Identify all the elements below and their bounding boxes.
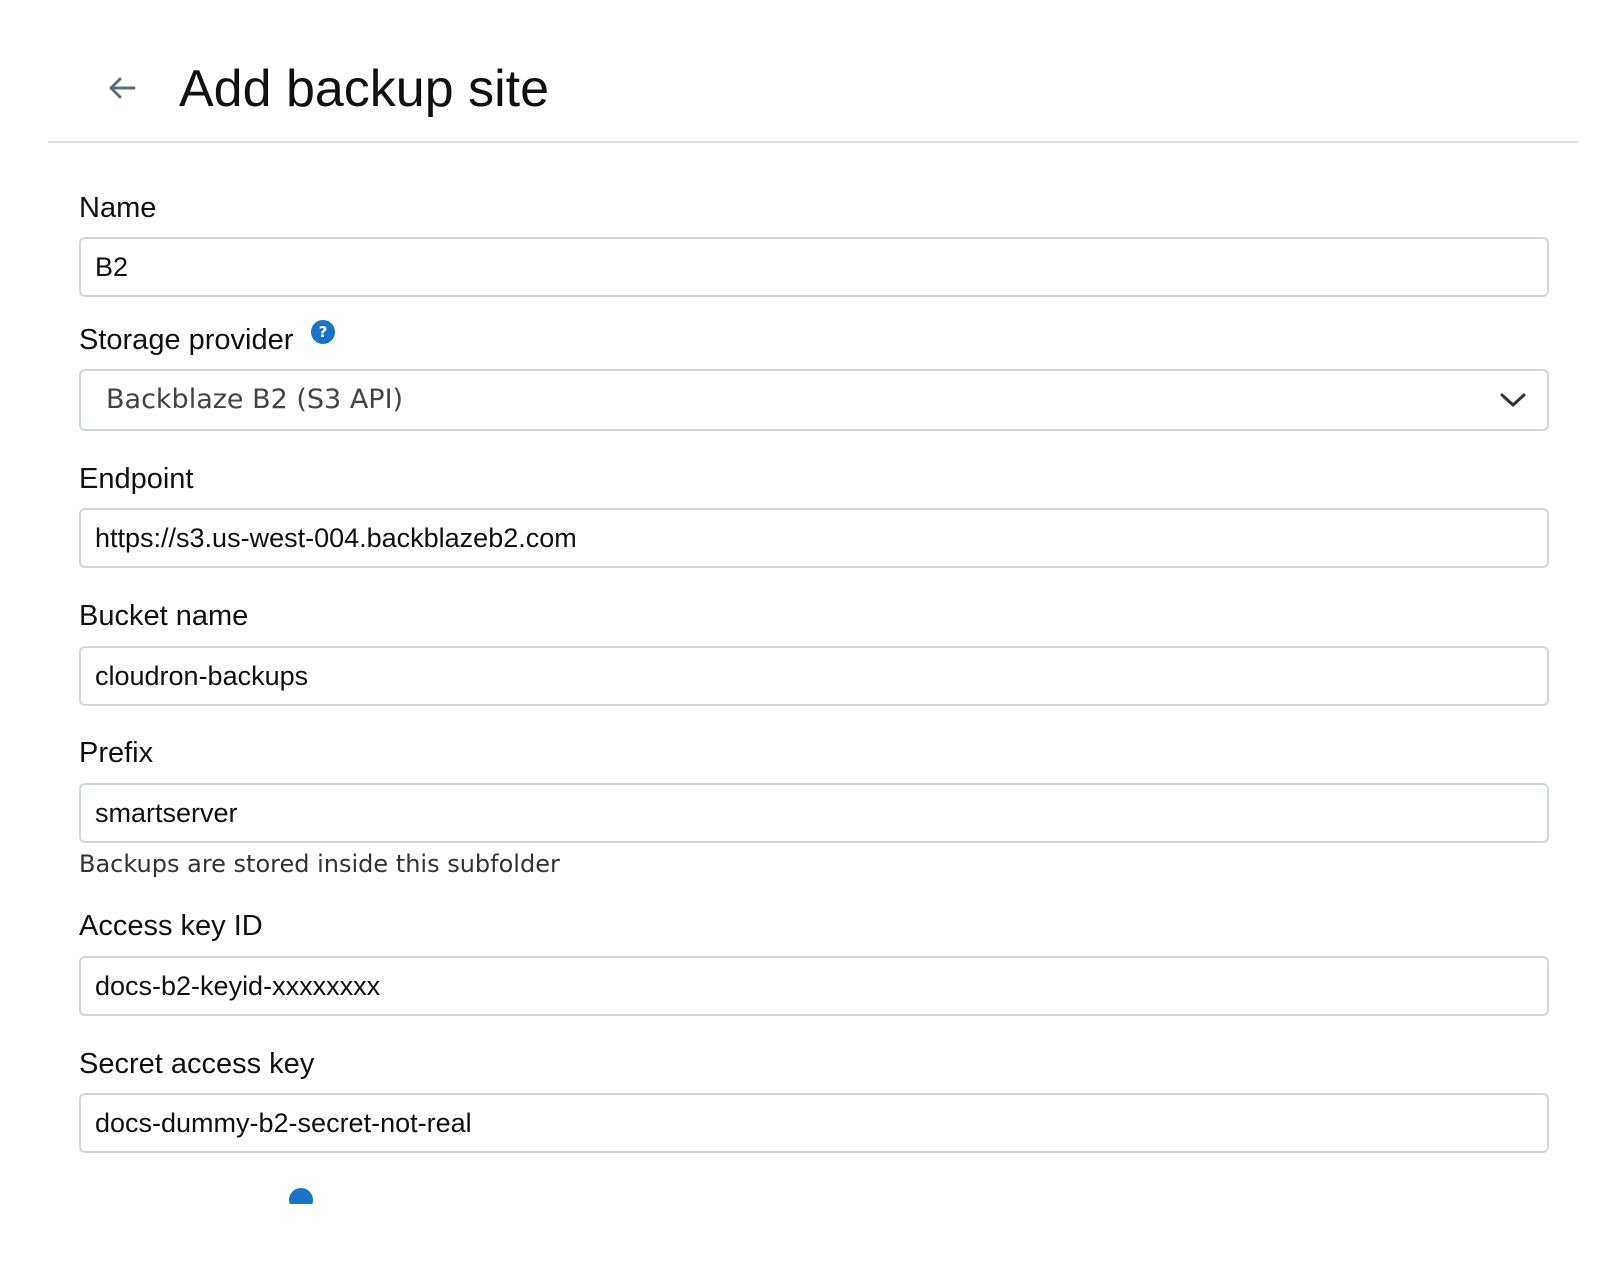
storage-provider-label: Storage provider <box>79 324 294 356</box>
viewport-bottom-edge <box>0 1204 1618 1264</box>
storage-provider-selected-value: Backblaze B2 (S3 API) <box>106 384 404 415</box>
bucket-name-label: Bucket name <box>79 600 249 632</box>
endpoint-label: Endpoint <box>79 463 194 495</box>
bucket-name-input[interactable] <box>79 646 1549 706</box>
access-key-id-input[interactable] <box>79 956 1549 1016</box>
endpoint-input[interactable] <box>79 508 1549 568</box>
chevron-down-icon <box>1500 393 1526 407</box>
question-circle-icon[interactable]: ? <box>311 320 335 344</box>
name-input[interactable] <box>79 237 1549 297</box>
page-title: Add backup site <box>179 60 550 118</box>
storage-provider-select[interactable]: Backblaze B2 (S3 API) <box>79 369 1549 431</box>
prefix-input[interactable] <box>79 783 1549 843</box>
arrow-left-icon <box>109 77 136 99</box>
prefix-label: Prefix <box>79 737 154 769</box>
secret-access-key-label: Secret access key <box>79 1048 315 1080</box>
name-label: Name <box>79 192 157 224</box>
prefix-hint: Backups are stored inside this subfolder <box>79 850 560 878</box>
back-button[interactable] <box>100 66 144 110</box>
secret-access-key-input[interactable] <box>79 1093 1549 1153</box>
access-key-id-label: Access key ID <box>79 910 263 942</box>
